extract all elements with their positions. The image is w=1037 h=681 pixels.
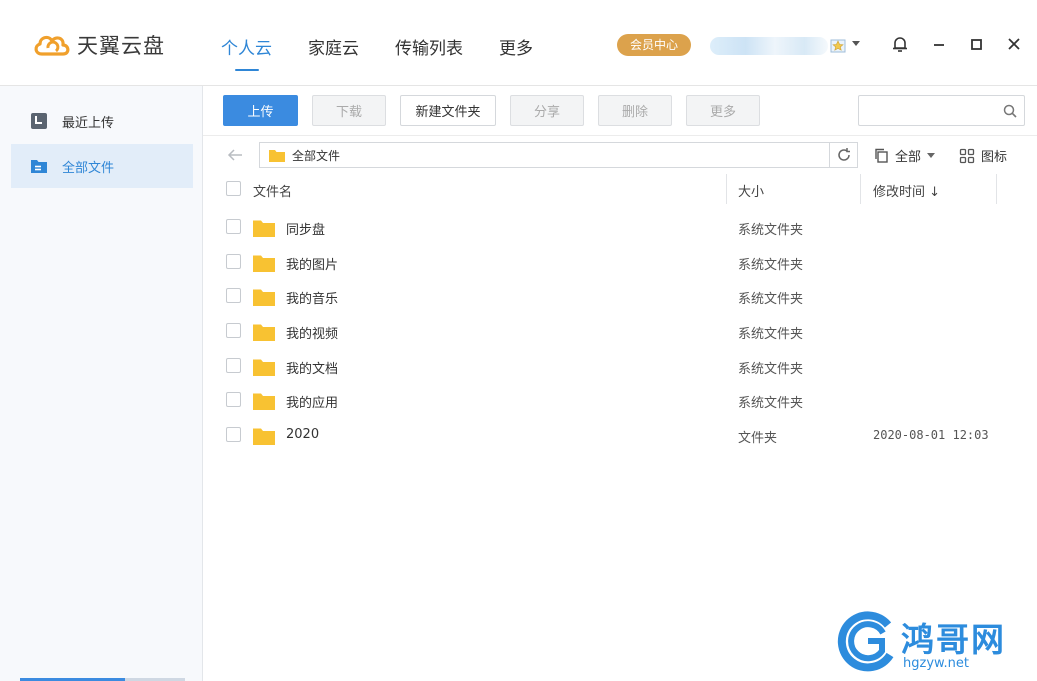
main-nav: 个人云 家庭云 传输列表 更多 [221,34,569,71]
table-row[interactable]: 我的音乐 系统文件夹 [203,279,1037,314]
nav-more[interactable]: 更多 [499,34,533,59]
row-checkbox[interactable] [226,392,241,407]
view-mode-label: 图标 [981,150,1008,165]
table-row[interactable]: 我的图片 系统文件夹 [203,245,1037,280]
file-name[interactable]: 我的应用 [286,392,338,411]
file-type: 系统文件夹 [738,223,804,238]
file-name[interactable]: 2020 [286,427,319,442]
table-row[interactable]: 同步盘 系统文件夹 [203,210,1037,245]
copy-filter-icon [875,148,888,163]
search-box [858,95,1025,126]
file-name[interactable]: 我的音乐 [286,288,338,307]
app-logo: 天翼云盘 [32,30,165,60]
sidebar-item-recent-uploads[interactable]: 最近上传 [11,99,193,143]
view-mode-toggle[interactable]: 图标 [959,146,1007,165]
vip-center-button[interactable]: 会员中心 [617,34,691,56]
file-type: 系统文件夹 [738,362,804,377]
row-checkbox[interactable] [226,427,241,442]
back-arrow-icon[interactable] [226,146,244,164]
table-row[interactable]: 2020 文件夹 2020-08-01 12:03 [203,418,1037,453]
refresh-button[interactable] [829,143,857,167]
file-toolbar: 上传 下载 新建文件夹 分享 删除 更多 [223,95,774,126]
table-row[interactable]: 我的应用 系统文件夹 [203,383,1037,418]
refresh-icon [837,148,850,161]
sidebar-item-label: 全部文件 [62,160,115,176]
account-level-icon[interactable] [829,36,849,54]
maximize-icon[interactable] [966,34,986,54]
watermark-title: 鸿哥网 [901,620,1006,659]
breadcrumb[interactable]: 全部文件 [259,142,858,168]
nav-transfer-list[interactable]: 传输列表 [395,34,463,59]
filter-all-dropdown[interactable]: 全部 [874,146,936,165]
watermark: 鸿哥网 hgzyw.net [836,611,1036,677]
recent-upload-icon [31,113,47,129]
new-folder-button[interactable]: 新建文件夹 [400,95,496,126]
search-input[interactable] [867,96,997,125]
column-header-size[interactable]: 大小 [738,181,764,200]
folder-icon [253,255,275,272]
file-type: 文件夹 [738,431,778,446]
row-checkbox[interactable] [226,219,241,234]
file-type: 系统文件夹 [738,292,804,307]
account-name-blurred[interactable] [710,37,828,55]
file-name[interactable]: 同步盘 [286,219,325,238]
account-dropdown-caret-icon[interactable] [852,41,860,46]
table-row[interactable]: 我的文档 系统文件夹 [203,349,1037,384]
folder-icon [253,428,275,445]
sidebar-item-label: 最近上传 [62,115,115,131]
file-table-header: 文件名 大小 修改时间 ↓ [203,172,1037,206]
cloud-logo-icon [34,35,70,56]
more-button[interactable]: 更多 [686,95,760,126]
watermark-url: hgzyw.net [903,656,969,671]
close-icon[interactable] [1004,34,1024,54]
sidebar-item-all-files[interactable]: 全部文件 [11,144,193,188]
search-icon[interactable] [1003,104,1017,118]
nav-personal-cloud[interactable]: 个人云 [221,34,272,71]
row-checkbox[interactable] [226,323,241,338]
share-button[interactable]: 分享 [510,95,584,126]
row-checkbox[interactable] [226,254,241,269]
folder-icon [253,220,275,237]
chevron-down-icon [927,153,936,158]
file-type: 系统文件夹 [738,327,804,342]
delete-button[interactable]: 删除 [598,95,672,126]
app-name: 天翼云盘 [77,34,165,58]
folder-icon [253,289,275,306]
filter-label: 全部 [895,150,922,165]
nav-family-cloud[interactable]: 家庭云 [308,34,359,59]
breadcrumb-current: 全部文件 [292,148,341,163]
select-all-checkbox[interactable] [226,181,241,196]
file-type: 系统文件夹 [738,396,804,411]
notification-bell-icon[interactable] [890,34,910,54]
table-row[interactable]: 我的视频 系统文件夹 [203,314,1037,349]
column-divider[interactable] [996,174,997,204]
grid-view-icon [959,148,975,163]
row-checkbox[interactable] [226,288,241,303]
column-header-modified-time[interactable]: 修改时间 ↓ [873,181,940,200]
all-files-icon [31,160,47,173]
column-divider[interactable] [860,174,861,204]
download-button[interactable]: 下载 [312,95,386,126]
sidebar: 最近上传 全部文件 [0,86,203,681]
folder-icon [253,324,275,341]
file-name[interactable]: 我的文档 [286,358,338,377]
file-name[interactable]: 我的视频 [286,323,338,342]
file-type: 系统文件夹 [738,258,804,273]
folder-icon [253,359,275,376]
column-header-name[interactable]: 文件名 [253,181,292,200]
file-name[interactable]: 我的图片 [286,254,338,273]
toolbar-divider [203,135,1037,136]
upload-button[interactable]: 上传 [223,95,298,126]
minimize-icon[interactable] [929,34,949,54]
watermark-logo-icon [837,611,894,672]
folder-icon [269,149,285,162]
row-checkbox[interactable] [226,358,241,373]
column-divider[interactable] [726,174,727,204]
folder-icon [253,393,275,410]
title-bar: 天翼云盘 个人云 家庭云 传输列表 更多 会员中心 [0,0,1037,86]
file-modified-time: 2020-08-01 12:03 [873,428,989,442]
